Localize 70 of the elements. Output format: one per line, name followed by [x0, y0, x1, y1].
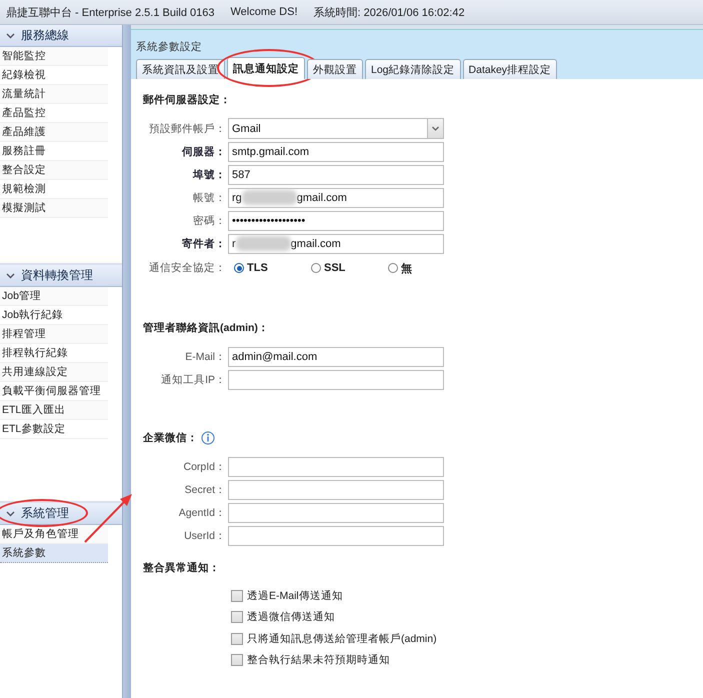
sidebar-item[interactable]: 流量統計 [0, 85, 108, 104]
checkbox[interactable] [231, 590, 243, 602]
sidebar-item[interactable]: 共用連線設定 [0, 363, 108, 382]
section-title: 管理者聯絡資訊(admin)： [143, 321, 269, 335]
input-field[interactable] [228, 456, 444, 476]
chevron-down-icon [6, 272, 15, 278]
field-label: 寄件者： [181, 236, 226, 250]
section-header[interactable]: 服務總線 [0, 25, 122, 47]
field-label: 預設郵件帳戶： [148, 122, 226, 136]
field-label: 伺服器： [180, 144, 226, 158]
chevron-down-icon [6, 510, 15, 516]
section-title: 企業微信： [143, 431, 198, 445]
field-label: E-Mail： [184, 350, 226, 364]
sidebar-item[interactable]: 智能監控 [0, 47, 108, 66]
radio-option[interactable]: 無 [388, 260, 465, 276]
input-field[interactable]: smtp.gmail.com [228, 142, 444, 162]
field-label: CorpId： [182, 460, 226, 474]
sidebar-item[interactable]: 整合設定 [0, 161, 108, 180]
input-field[interactable] [228, 480, 444, 500]
tab[interactable]: Datakey排程設定 [462, 59, 558, 79]
input-field[interactable] [228, 526, 444, 546]
input-field[interactable] [228, 370, 444, 390]
field-label: 密碼： [192, 214, 226, 228]
field-label: Secret： [184, 482, 226, 496]
tab[interactable]: 外觀設置 [307, 59, 363, 79]
section-title: 郵件伺服器設定： [143, 93, 231, 107]
checkbox[interactable] [231, 654, 243, 666]
tab[interactable]: Log紀錄清除設定 [365, 59, 461, 79]
tab[interactable]: 系統資訊及設置 [136, 59, 225, 79]
radio-button[interactable] [234, 263, 244, 273]
field-label: 通信安全協定： [148, 261, 226, 275]
input-field[interactable]: admin@mail.com [228, 346, 444, 366]
sidebar-item[interactable]: 排程管理 [0, 325, 108, 344]
input-field[interactable]: rg gmail.com [228, 188, 444, 208]
input-field[interactable]: 587 [228, 164, 444, 184]
app-title: 鼎捷互聯中台 - Enterprise 2.5.1 Build 0163 [6, 6, 214, 20]
sidebar-item[interactable]: 帳戶及角色管理 [0, 525, 108, 544]
field-label: 埠號： [192, 168, 226, 182]
field-label: 帳號： [192, 190, 226, 204]
input-field[interactable]: ••••••••••••••••••• [228, 210, 444, 230]
info-icon[interactable] [201, 431, 215, 445]
radio-button[interactable] [388, 263, 398, 273]
field-label: AgentId： [178, 506, 226, 520]
section-header[interactable]: 資料轉換管理 [0, 265, 122, 287]
tab[interactable]: 訊息通知設定 [227, 57, 305, 79]
checkbox-label: 透過E-Mail傳送通知 [247, 588, 343, 603]
sidebar-item[interactable]: ETL匯入匯出 [0, 401, 108, 420]
radio-option[interactable]: SSL [311, 260, 388, 276]
section-title: 整合異常通知： [143, 561, 220, 575]
welcome-text: Welcome DS! [230, 6, 298, 18]
panel-title: 系統參數設定 [136, 40, 202, 54]
checkbox-label: 只將通知訊息傳送給管理者帳戶(admin) [247, 632, 437, 646]
input-field[interactable] [228, 502, 444, 522]
sidebar-item[interactable]: ETL參數設定 [0, 420, 108, 439]
dropdown-field[interactable]: Gmail [228, 118, 444, 139]
checkbox[interactable] [231, 632, 243, 645]
sidebar-item[interactable]: 系統參數 [0, 544, 108, 563]
radio-option[interactable]: TLS [234, 260, 311, 276]
system-time: 系統時間: 2026/01/06 16:02:42 [314, 6, 465, 20]
radio-button[interactable] [311, 263, 321, 273]
field-label: UserId： [183, 528, 226, 542]
input-field[interactable]: r gmail.com [228, 234, 444, 254]
checkbox-label: 透過微信傳送通知 [247, 610, 335, 624]
sidebar-item[interactable]: 模擬測試 [0, 199, 108, 218]
sidebar-item[interactable]: Job管理 [0, 287, 108, 306]
sidebar-item[interactable]: 產品維護 [0, 123, 108, 142]
chevron-down-icon [6, 32, 15, 38]
checkbox-label: 整合執行結果未符預期時通知 [247, 653, 390, 668]
field-label: 通知工具IP： [160, 372, 226, 386]
checkbox[interactable] [231, 611, 243, 624]
